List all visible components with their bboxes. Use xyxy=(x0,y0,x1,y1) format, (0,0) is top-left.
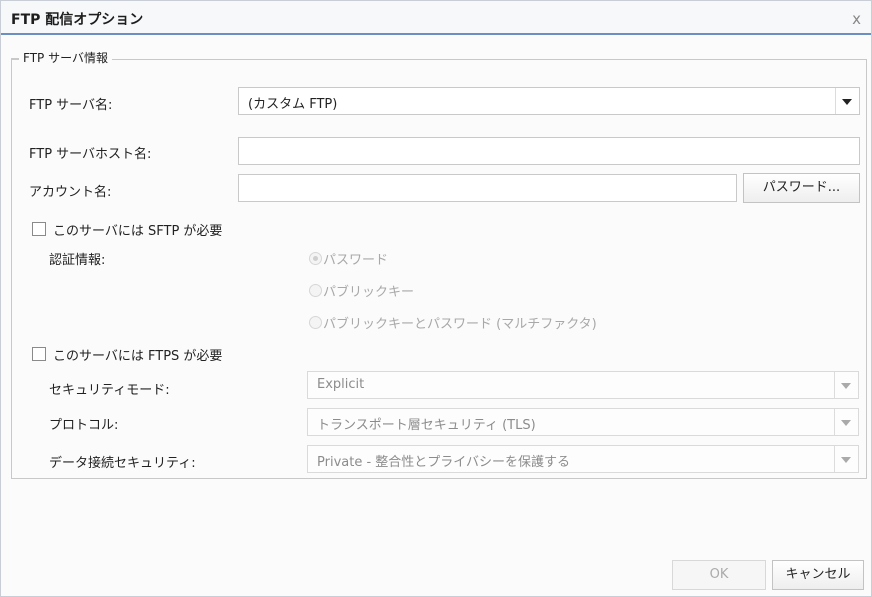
account-name-input[interactable] xyxy=(238,174,737,202)
host-name-input[interactable] xyxy=(238,137,860,165)
security-mode-select[interactable]: Explicit xyxy=(307,371,859,399)
sftp-required-checkbox[interactable] xyxy=(32,222,46,236)
password-button[interactable]: パスワード... xyxy=(743,173,860,203)
ok-button[interactable]: OK xyxy=(672,560,766,590)
server-name-dropdown-button[interactable] xyxy=(835,88,859,114)
security-mode-dropdown-button[interactable] xyxy=(834,372,858,398)
data-security-label: データ接続セキュリティ: xyxy=(49,456,196,471)
protocol-dropdown-button[interactable] xyxy=(834,409,858,435)
auth-multifactor-radio[interactable] xyxy=(309,316,322,329)
host-name-label: FTP サーバホスト名: xyxy=(29,147,152,162)
account-name-label: アカウント名: xyxy=(29,185,112,200)
protocol-label: プロトコル: xyxy=(49,418,119,433)
close-icon[interactable]: x xyxy=(852,10,861,28)
chevron-down-icon xyxy=(841,383,851,389)
security-mode-value: Explicit xyxy=(317,377,365,392)
ftps-required-checkbox[interactable] xyxy=(32,347,46,361)
auth-public-key-label: パブリックキー xyxy=(323,285,415,300)
sftp-required-label: このサーバには SFTP が必要 xyxy=(53,224,223,239)
group-border-segment xyxy=(11,58,19,59)
chevron-down-icon xyxy=(841,420,851,426)
chevron-down-icon xyxy=(841,457,851,463)
auth-password-radio[interactable] xyxy=(309,252,322,265)
data-security-select[interactable]: Private - 整合性とプライバシーを保護する xyxy=(307,445,859,473)
data-security-value: Private - 整合性とプライバシーを保護する xyxy=(317,455,571,470)
server-name-label: FTP サーバ名: xyxy=(29,98,113,113)
auth-public-key-radio[interactable] xyxy=(309,284,322,297)
dialog-title: FTP 配信オプション xyxy=(11,12,144,28)
auth-password-label: パスワード xyxy=(323,253,389,268)
security-mode-label: セキュリティモード: xyxy=(49,383,170,398)
auth-multifactor-label: パブリックキーとパスワード (マルチファクタ) xyxy=(323,317,597,332)
cancel-button[interactable]: キャンセル xyxy=(772,560,864,590)
protocol-select[interactable]: トランスポート層セキュリティ (TLS) xyxy=(307,408,859,436)
ftp-server-group-legend: FTP サーバ情報 xyxy=(19,49,112,66)
protocol-value: トランスポート層セキュリティ (TLS) xyxy=(317,418,536,433)
server-name-select[interactable]: (カスタム FTP) xyxy=(238,87,860,115)
auth-info-label: 認証情報: xyxy=(49,253,106,268)
server-name-value: (カスタム FTP) xyxy=(248,97,338,112)
dialog-titlebar: FTP 配信オプション x xyxy=(1,1,871,35)
chevron-down-icon xyxy=(842,99,852,105)
data-security-dropdown-button[interactable] xyxy=(834,446,858,472)
ftp-options-dialog: FTP 配信オプション x FTP サーバ情報 FTP サーバ名: (カスタム … xyxy=(0,0,872,597)
ftps-required-label: このサーバには FTPS が必要 xyxy=(53,349,223,364)
